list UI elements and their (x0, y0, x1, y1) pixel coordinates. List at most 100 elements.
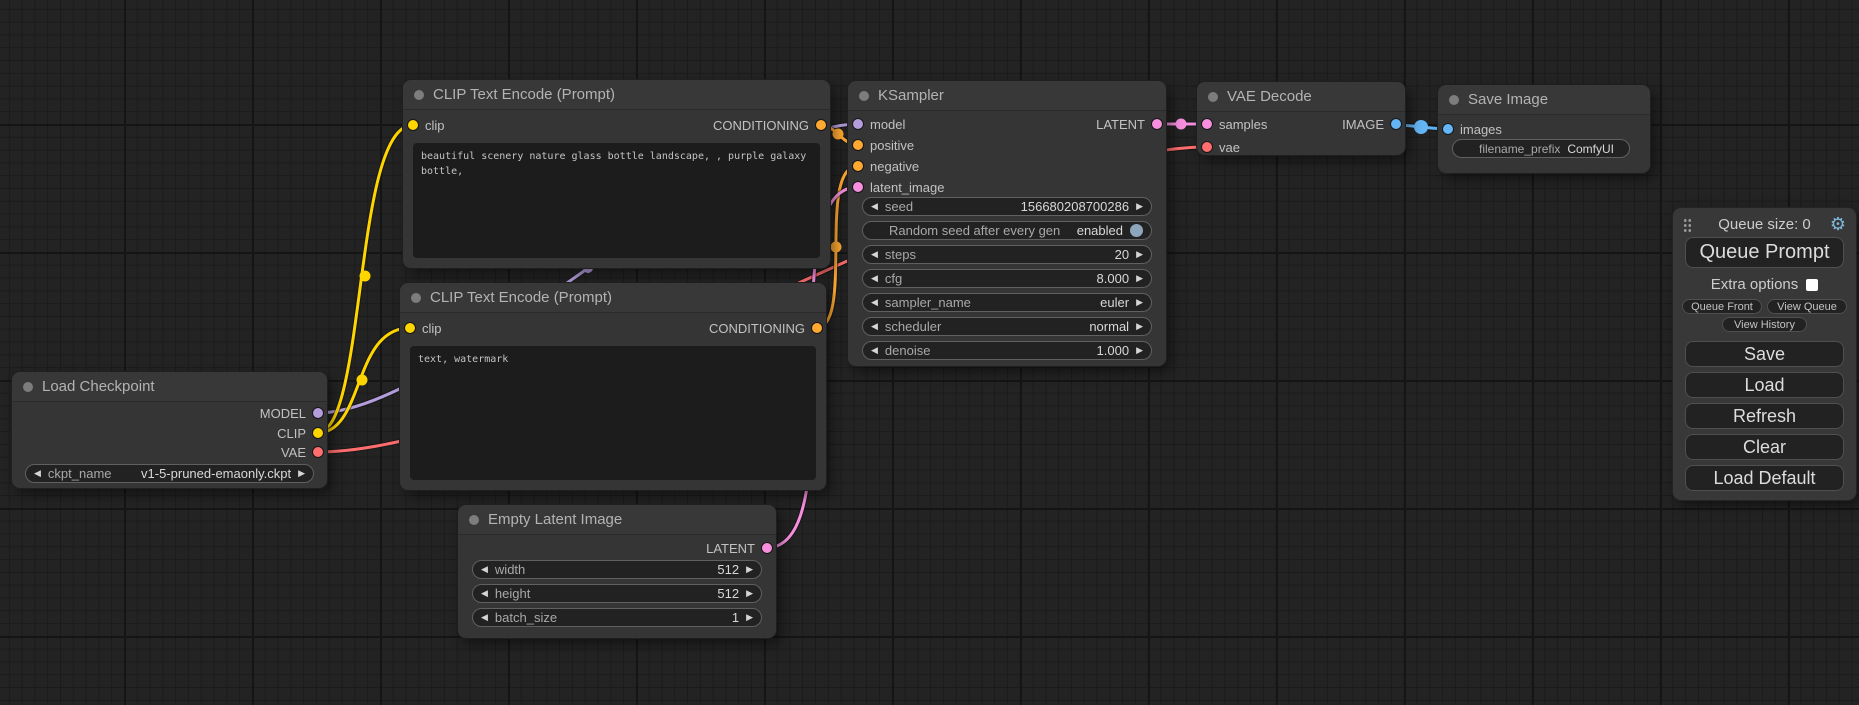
conditioning-output-port[interactable] (812, 323, 822, 333)
link-dot (360, 271, 371, 282)
cfg-widget[interactable]: ◀ cfg 8.000 ▶ (862, 269, 1152, 288)
node-collapse-dot-icon[interactable] (1449, 95, 1459, 105)
node-title: CLIP Text Encode (Prompt) (433, 86, 615, 103)
node-load-checkpoint[interactable]: Load Checkpoint MODEL CLIP VAE ◀ ckpt_na… (12, 372, 327, 488)
node-collapse-dot-icon[interactable] (23, 382, 33, 392)
gear-icon[interactable]: ⚙ (1830, 214, 1846, 235)
decrement-arrow-icon[interactable]: ◀ (871, 250, 878, 259)
output-vae: VAE (281, 444, 323, 460)
batch-size-widget[interactable]: ◀ batch_size 1 ▶ (472, 608, 762, 627)
clear-button[interactable]: Clear (1685, 434, 1844, 460)
model-output-port[interactable] (313, 408, 323, 418)
vae-output-port[interactable] (313, 447, 323, 457)
node-collapse-dot-icon[interactable] (469, 515, 479, 525)
increment-arrow-icon[interactable]: ▶ (1136, 346, 1143, 355)
node-collapse-dot-icon[interactable] (859, 91, 869, 101)
conditioning-output-port[interactable] (816, 120, 826, 130)
increment-arrow-icon[interactable]: ▶ (1136, 322, 1143, 331)
input-latent-image: latent_image (853, 179, 944, 195)
steps-widget[interactable]: ◀ steps 20 ▶ (862, 245, 1152, 264)
extra-options-row: Extra options (1673, 276, 1856, 293)
model-input-port[interactable] (853, 119, 863, 129)
random-seed-toggle-widget[interactable]: Random seed after every gen enabled (862, 221, 1152, 240)
decrement-arrow-icon[interactable]: ◀ (34, 469, 41, 478)
load-default-button[interactable]: Load Default (1685, 465, 1844, 491)
load-button[interactable]: Load (1685, 372, 1844, 398)
node-clip-text-encode-negative[interactable]: CLIP Text Encode (Prompt) clip CONDITION… (400, 283, 826, 490)
clip-output-port[interactable] (313, 428, 323, 438)
samples-input-port[interactable] (1202, 119, 1212, 129)
link-dot (833, 129, 844, 140)
node-clip-text-encode-positive[interactable]: CLIP Text Encode (Prompt) clip CONDITION… (403, 80, 830, 268)
output-image: IMAGE (1342, 116, 1401, 132)
queue-panel: Queue size: 0 ⚙ Queue Prompt Extra optio… (1673, 208, 1856, 500)
denoise-widget[interactable]: ◀ denoise 1.000 ▶ (862, 341, 1152, 360)
height-widget[interactable]: ◀ height 512 ▶ (472, 584, 762, 603)
node-title-bar: KSampler (848, 81, 1166, 111)
positive-prompt-textarea[interactable]: beautiful scenery nature glass bottle la… (413, 143, 820, 258)
node-title: CLIP Text Encode (Prompt) (430, 289, 612, 306)
increment-arrow-icon[interactable]: ▶ (746, 613, 753, 622)
vae-input-port[interactable] (1202, 142, 1212, 152)
node-title-bar: Save Image (1438, 85, 1650, 115)
queue-prompt-button[interactable]: Queue Prompt (1685, 237, 1844, 268)
filename-prefix-widget[interactable]: filename_prefix ComfyUI (1452, 139, 1630, 158)
queue-front-button[interactable]: Queue Front (1682, 299, 1762, 314)
node-collapse-dot-icon[interactable] (1208, 92, 1218, 102)
decrement-arrow-icon[interactable]: ◀ (481, 613, 488, 622)
scheduler-widget[interactable]: ◀ scheduler normal ▶ (862, 317, 1152, 336)
clip-input-port[interactable] (408, 120, 418, 130)
input-clip: clip (405, 320, 442, 336)
image-output-port[interactable] (1391, 119, 1401, 129)
decrement-arrow-icon[interactable]: ◀ (871, 346, 878, 355)
refresh-button[interactable]: Refresh (1685, 403, 1844, 429)
latent-output-port[interactable] (1152, 119, 1162, 129)
increment-arrow-icon[interactable]: ▶ (1136, 202, 1143, 211)
save-button[interactable]: Save (1685, 341, 1844, 367)
input-samples: samples (1202, 116, 1267, 132)
increment-arrow-icon[interactable]: ▶ (746, 565, 753, 574)
negative-input-port[interactable] (853, 161, 863, 171)
output-latent: LATENT (706, 540, 772, 556)
decrement-arrow-icon[interactable]: ◀ (871, 274, 878, 283)
increment-arrow-icon[interactable]: ▶ (298, 469, 305, 478)
node-vae-decode[interactable]: VAE Decode samples vae IMAGE (1197, 82, 1405, 155)
drag-handle-icon[interactable] (1683, 218, 1692, 232)
increment-arrow-icon[interactable]: ▶ (1136, 298, 1143, 307)
node-collapse-dot-icon[interactable] (414, 90, 424, 100)
ckpt-name-widget[interactable]: ◀ ckpt_name v1-5-pruned-emaonly.ckpt ▶ (25, 464, 314, 483)
output-conditioning: CONDITIONING (709, 320, 822, 336)
output-clip: CLIP (277, 425, 323, 441)
node-ksampler[interactable]: KSampler model positive negative latent_… (848, 81, 1166, 366)
node-empty-latent-image[interactable]: Empty Latent Image LATENT ◀ width 512 ▶ … (458, 505, 776, 638)
width-widget[interactable]: ◀ width 512 ▶ (472, 560, 762, 579)
input-positive: positive (853, 137, 914, 153)
decrement-arrow-icon[interactable]: ◀ (871, 322, 878, 331)
latent-image-input-port[interactable] (853, 182, 863, 192)
view-history-button[interactable]: View History (1722, 317, 1807, 332)
view-queue-button[interactable]: View Queue (1767, 299, 1847, 314)
sampler-name-widget[interactable]: ◀ sampler_name euler ▶ (862, 293, 1152, 312)
toggle-dot-icon[interactable] (1130, 224, 1143, 237)
node-title-bar: VAE Decode (1197, 82, 1405, 112)
positive-input-port[interactable] (853, 140, 863, 150)
node-graph-canvas[interactable]: Load Checkpoint MODEL CLIP VAE ◀ ckpt_na… (0, 0, 1859, 705)
decrement-arrow-icon[interactable]: ◀ (481, 565, 488, 574)
output-latent: LATENT (1096, 116, 1162, 132)
increment-arrow-icon[interactable]: ▶ (1136, 250, 1143, 259)
node-title-bar: CLIP Text Encode (Prompt) (400, 283, 826, 313)
latent-output-port[interactable] (762, 543, 772, 553)
decrement-arrow-icon[interactable]: ◀ (871, 202, 878, 211)
decrement-arrow-icon[interactable]: ◀ (871, 298, 878, 307)
extra-options-checkbox[interactable] (1806, 279, 1818, 291)
images-input-port[interactable] (1443, 124, 1453, 134)
decrement-arrow-icon[interactable]: ◀ (481, 589, 488, 598)
increment-arrow-icon[interactable]: ▶ (1136, 274, 1143, 283)
node-collapse-dot-icon[interactable] (411, 293, 421, 303)
increment-arrow-icon[interactable]: ▶ (746, 589, 753, 598)
node-save-image[interactable]: Save Image images filename_prefix ComfyU… (1438, 85, 1650, 173)
node-title: Save Image (1468, 91, 1548, 108)
negative-prompt-textarea[interactable]: text, watermark (410, 346, 816, 480)
clip-input-port[interactable] (405, 323, 415, 333)
seed-widget[interactable]: ◀ seed 156680208700286 ▶ (862, 197, 1152, 216)
